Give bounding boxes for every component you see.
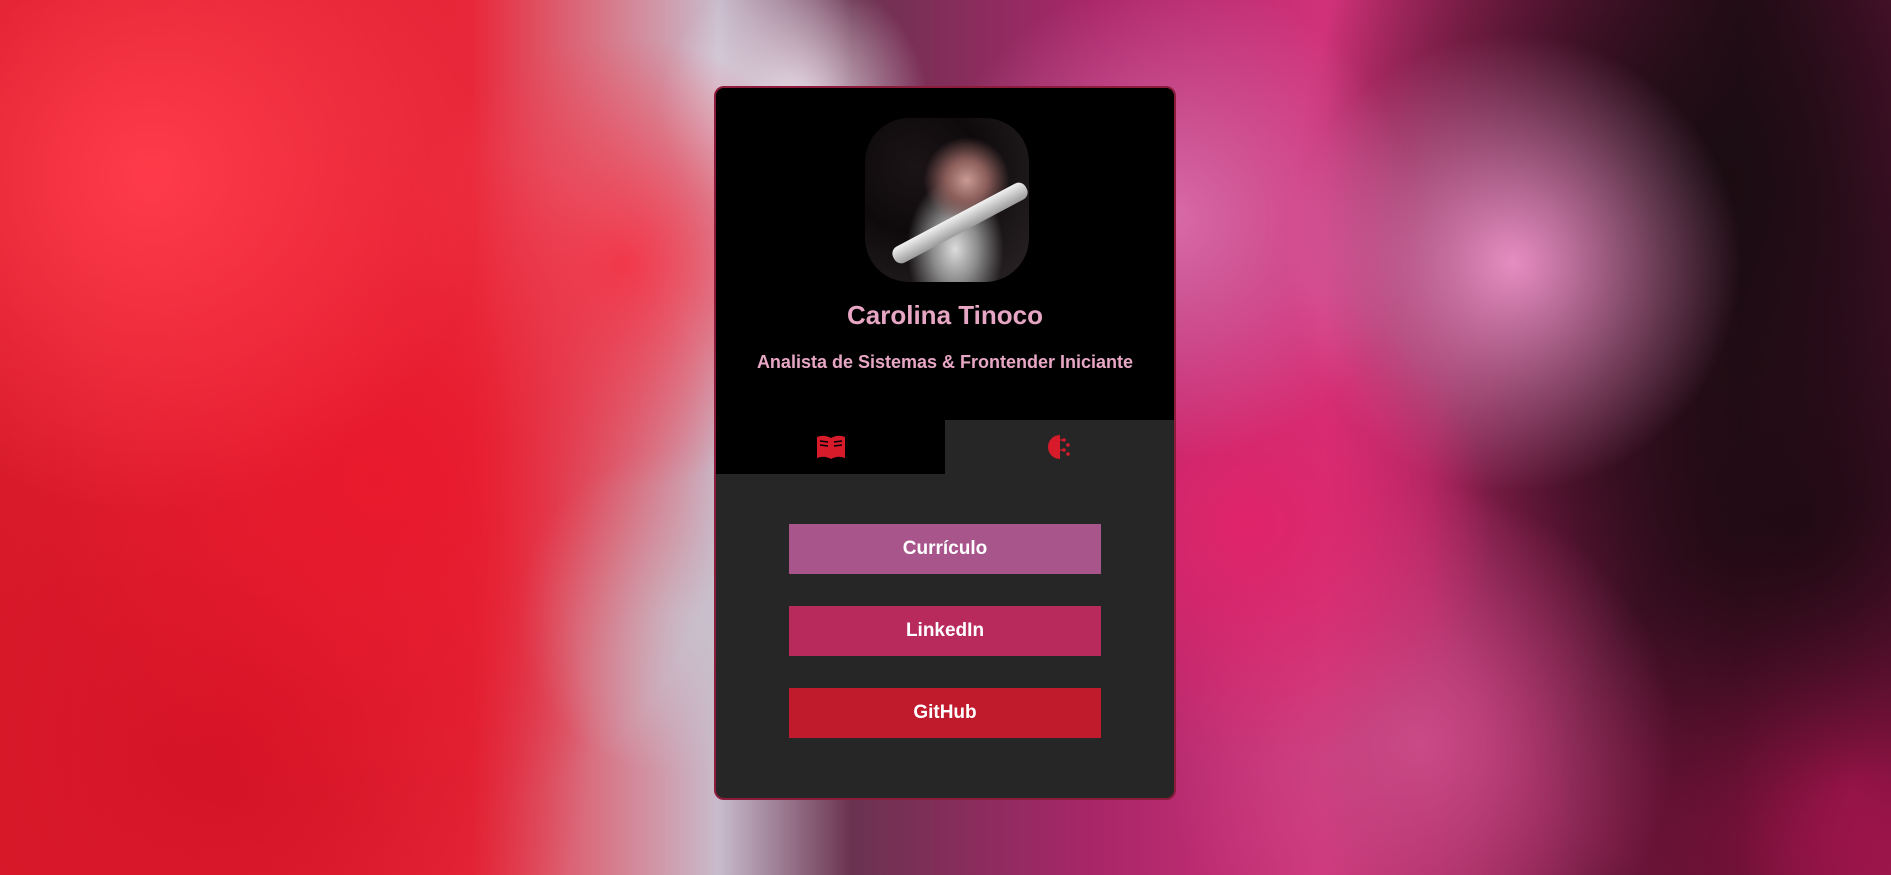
tab-bar xyxy=(716,420,1174,474)
book-icon xyxy=(816,435,845,459)
profile-card: Carolina Tinoco Analista de Sistemas & F… xyxy=(714,86,1176,800)
profile-name: Carolina Tinoco xyxy=(847,300,1043,330)
flute-image xyxy=(889,179,1029,267)
linkedin-button[interactable]: LinkedIn xyxy=(789,606,1101,656)
link-list: Currículo LinkedIn GitHub xyxy=(716,474,1174,738)
tab-skills[interactable] xyxy=(945,420,1174,474)
avatar xyxy=(865,118,1029,282)
brain-icon xyxy=(1047,435,1070,459)
profile-role: Analista de Sistemas & Frontender Inicia… xyxy=(756,352,1134,372)
tab-links[interactable] xyxy=(716,420,945,474)
github-button[interactable]: GitHub xyxy=(789,688,1101,738)
curriculum-button[interactable]: Currículo xyxy=(789,524,1101,574)
profile-header: Carolina Tinoco Analista de Sistemas & F… xyxy=(716,88,1174,420)
